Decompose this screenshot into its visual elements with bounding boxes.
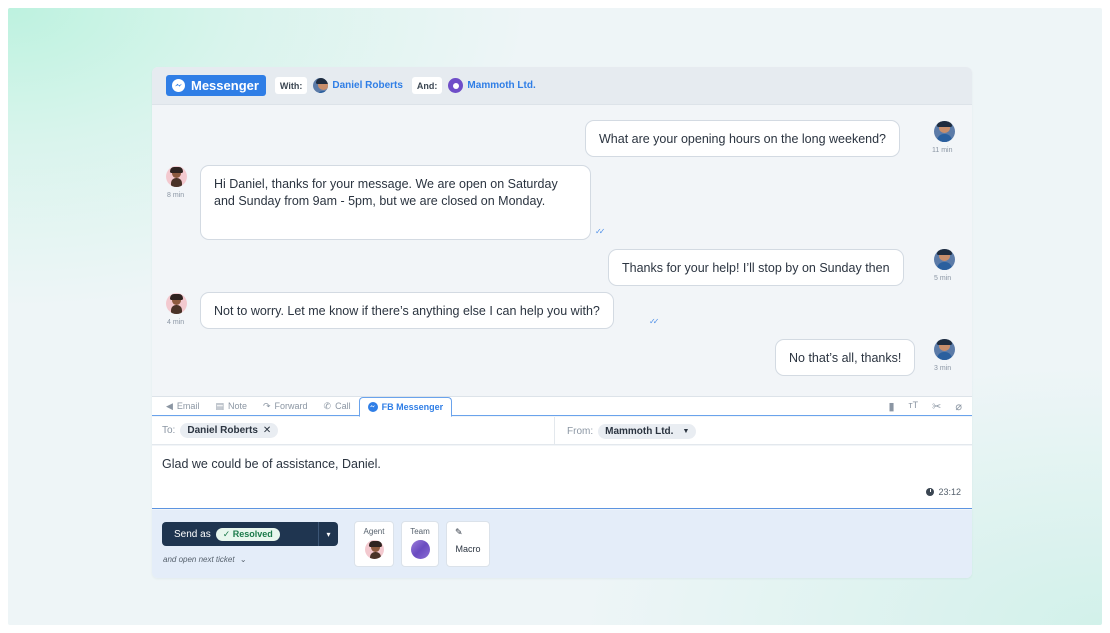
note-icon: ▤ [215,400,224,411]
conversation-panel: Messenger With: Daniel Roberts And: Mamm… [152,67,972,578]
tab-fb-messenger-label: FB Messenger [381,401,444,412]
trash-icon[interactable]: ▮ [888,400,894,413]
to-label: To: [162,425,176,436]
composer-toolbar: ▮ тT ✂ ⌀ [888,400,962,413]
messenger-icon [172,79,185,92]
from-field: From: Mammoth Ltd. ▼ [554,417,697,445]
org-participant[interactable]: Mammoth Ltd. [448,78,536,93]
assign-team-card[interactable]: Team [401,521,439,567]
agent-label: Agent [363,527,385,536]
channel-badge[interactable]: Messenger [166,75,266,96]
phone-icon: ✆ [323,400,332,411]
status-label: Resolved [232,528,273,539]
tab-email[interactable]: ◀ Email [158,397,207,416]
read-receipt-icon: ✓✓ [649,317,660,326]
tab-email-label: Email [176,401,200,411]
conversation-header: Messenger With: Daniel Roberts And: Mamm… [152,67,972,105]
message-time: 8 min [167,192,185,199]
reply-text[interactable]: Glad we could be of assistance, Daniel. [162,457,381,471]
message-time: 5 min [934,275,952,282]
scissors-icon[interactable]: ✂ [932,400,941,413]
organization-icon [448,78,464,93]
recipient-chip[interactable]: Daniel Roberts ✕ [180,423,279,438]
message-bubble: Thanks for your help! I’ll stop by on Su… [608,249,904,286]
action-bar: Send as ✓ Resolved ▾ and open next ticke… [152,510,972,578]
to-field: To: Daniel Roberts ✕ [162,423,279,438]
message-time: 4 min [167,319,185,326]
from-label: From: [567,425,594,437]
team-avatar [410,540,430,559]
message-bubble: No that’s all, thanks! [775,339,916,376]
chevron-down-icon: ▼ [682,427,690,435]
send-icon: ◀ [166,400,173,411]
text-format-icon[interactable]: тT [909,400,919,413]
message-bubble: Not to worry. Let me know if there’s any… [200,292,614,329]
tab-call-label: Call [335,401,351,411]
message-time: 3 min [934,365,952,372]
status-badge: ✓ Resolved [215,527,280,541]
macro-icon: ✎ [455,527,463,537]
forward-icon: ↷ [262,400,271,411]
tab-forward[interactable]: ↷ Forward [255,397,316,416]
reply-editor[interactable]: Glad we could be of assistance, Daniel. … [152,446,972,509]
tab-forward-label: Forward [274,401,308,411]
agent-avatar [364,540,384,559]
team-label: Team [410,527,430,536]
read-receipt-icon: ✓✓ [595,227,606,236]
org-name: Mammoth Ltd. [467,80,536,91]
with-tag: With: [274,77,308,94]
tab-note[interactable]: ▤ Note [207,397,255,416]
agent-avatar [166,293,187,314]
message-bubble: Hi Daniel, thanks for your message. We a… [200,165,591,240]
attachment-icon[interactable]: ⌀ [955,400,962,413]
send-as-label: Send as [174,528,211,540]
customer-avatar [934,339,955,360]
tab-fb-messenger[interactable]: FB Messenger [358,396,453,417]
messenger-icon [367,401,378,412]
and-tag: And: [411,77,443,94]
recipient-name: Daniel Roberts [187,425,258,436]
open-next-ticket-toggle[interactable]: and open next ticket ⌄ [163,555,247,564]
agent-avatar [166,166,187,187]
message-time: 11 min [932,147,953,154]
sender-name: Mammoth Ltd. [605,425,674,437]
sender-select[interactable]: Mammoth Ltd. ▼ [598,423,697,439]
customer-participant[interactable]: Daniel Roberts [313,78,403,93]
customer-name: Daniel Roberts [332,80,403,91]
tab-call[interactable]: ✆ Call [316,397,359,416]
customer-avatar [934,121,955,142]
reply-timer: 23:12 [926,487,961,497]
chevron-down-icon: ▾ [326,529,331,539]
tab-note-label: Note [227,401,247,411]
timer-value: 23:12 [938,487,961,497]
customer-avatar [934,249,955,270]
next-ticket-label: and open next ticket [163,555,235,564]
address-row: To: Daniel Roberts ✕ From: Mammoth Ltd. … [152,417,972,445]
remove-recipient-icon[interactable]: ✕ [263,425,271,436]
channel-label: Messenger [191,78,259,93]
macro-card[interactable]: ✎ Macro [446,521,490,567]
macro-label: Macro [455,544,481,554]
customer-avatar [313,78,329,93]
composer-tabs: ◀ Email ▤ Note ↷ Forward ✆ Call FB Messe… [152,396,972,417]
send-options-dropdown[interactable]: ▾ [318,522,338,546]
chevron-down-icon: ⌄ [239,555,247,564]
assign-agent-card[interactable]: Agent [354,521,394,567]
send-as-button[interactable]: Send as ✓ Resolved ▾ [162,522,338,546]
message-bubble: What are your opening hours on the long … [585,120,900,157]
clock-icon [926,488,935,496]
